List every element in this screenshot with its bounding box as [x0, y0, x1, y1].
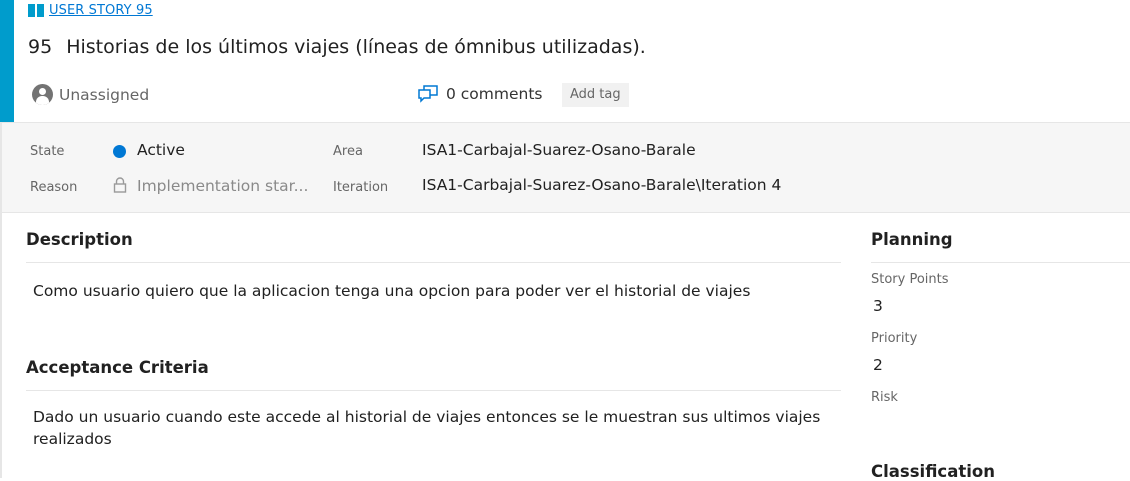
work-item-title[interactable]: 95 Historias de los últimos viajes (línea…: [28, 36, 646, 58]
work-item-title-text[interactable]: Historias de los últimos viajes (líneas …: [66, 36, 646, 58]
comment-icon: [418, 85, 438, 103]
assignee-picker[interactable]: Unassigned: [32, 84, 149, 105]
planning-heading: Planning: [871, 230, 953, 249]
priority-label: Priority: [871, 331, 918, 346]
fields-panel: State Active Reason Implementation star.…: [2, 122, 1130, 213]
description-divider: [26, 262, 841, 263]
story-points-field[interactable]: 3: [873, 297, 883, 315]
area-label: Area: [333, 144, 363, 159]
description-field[interactable]: Como usuario quiero que la aplicacion te…: [33, 280, 833, 302]
acceptance-field[interactable]: Dado un usuario cuando este accede al hi…: [33, 406, 823, 450]
priority-field[interactable]: 2: [873, 356, 883, 374]
acceptance-divider: [26, 390, 841, 391]
planning-divider: [871, 262, 1130, 263]
work-item-id: 95: [28, 36, 53, 58]
state-value[interactable]: Active: [137, 141, 185, 159]
avatar-icon: [32, 84, 53, 105]
lock-icon: [113, 177, 127, 193]
state-active-icon: [113, 145, 126, 158]
iteration-label: Iteration: [333, 180, 389, 195]
reason-label: Reason: [30, 180, 78, 195]
work-item-type-label[interactable]: USER STORY 95: [49, 3, 153, 18]
reason-value[interactable]: Implementation star...: [137, 177, 308, 195]
classification-heading: Classification: [871, 462, 995, 481]
book-icon: [28, 4, 44, 17]
comments-count[interactable]: 0 comments: [446, 85, 543, 103]
comments-link[interactable]: 0 comments: [418, 85, 543, 103]
risk-label: Risk: [871, 390, 898, 405]
iteration-value[interactable]: ISA1-Carbajal-Suarez-Osano-Barale\Iterat…: [422, 176, 781, 194]
work-item-color-bar: [0, 0, 14, 122]
state-label: State: [30, 144, 65, 159]
assignee-label[interactable]: Unassigned: [59, 86, 149, 104]
work-item-type-link[interactable]: USER STORY 95: [28, 3, 153, 18]
description-heading: Description: [26, 230, 133, 249]
area-value[interactable]: ISA1-Carbajal-Suarez-Osano-Barale: [422, 141, 696, 159]
acceptance-heading: Acceptance Criteria: [26, 358, 209, 377]
story-points-label: Story Points: [871, 272, 949, 287]
add-tag-button[interactable]: Add tag: [562, 83, 629, 107]
